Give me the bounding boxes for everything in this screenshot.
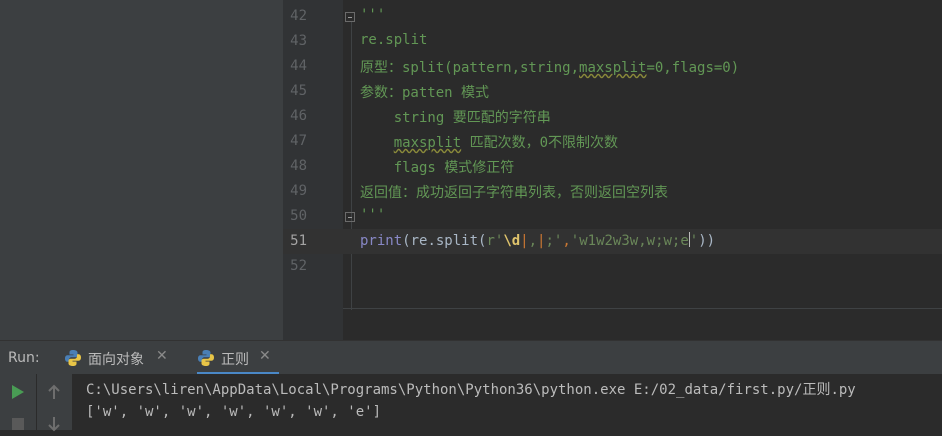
spelling-warning: maxsplit — [393, 135, 462, 151]
run-console[interactable]: C:\Users\liren\AppData\Local\Programs\Py… — [72, 374, 942, 430]
close-icon[interactable]: ✕ — [156, 348, 168, 364]
regex-char: , — [528, 233, 538, 249]
line-number: 43 — [290, 33, 307, 49]
editor-bottom-edge — [343, 308, 942, 309]
code-text: re.split — [360, 32, 428, 48]
code-line-44[interactable]: 44 原型：split(pattern,string,maxsplit=0,fl… — [283, 54, 942, 79]
regex-escape: \d — [503, 233, 521, 249]
code-line-52[interactable]: 52 — [283, 254, 942, 279]
code-text: print(re.split(r'\d|,|;','w1w2w3w,w;w;e'… — [360, 232, 715, 249]
builtin-print: print — [360, 233, 403, 249]
line-number: 42 — [290, 8, 307, 24]
line-number: 46 — [290, 108, 307, 124]
string-quote: ' — [689, 233, 699, 249]
python-icon — [198, 350, 214, 366]
code-line-47[interactable]: 47 maxsplit 匹配次数，0不限制次数 — [283, 129, 942, 154]
console-output-line: ['w', 'w', 'w', 'w', 'w', 'w', 'e'] — [86, 404, 382, 420]
code-text: 返回值：成功返回子字符串列表，否则返回空列表 — [360, 185, 668, 201]
regex-pipe: | — [520, 233, 529, 249]
code-text: maxsplit 匹配次数，0不限制次数 — [360, 132, 618, 152]
code-line-49[interactable]: 49 返回值：成功返回子字符串列表，否则返回空列表 — [283, 179, 942, 204]
line-number: 50 — [290, 208, 307, 224]
tab-正则[interactable]: 正则 ✕ — [197, 341, 279, 375]
spelling-warning: maxsplit — [579, 60, 647, 76]
tab-label: 正则 — [221, 352, 249, 368]
string-literal: 'w1w2w3w,w;w;e — [570, 233, 689, 249]
line-number: 44 — [290, 58, 307, 74]
run-label: Run: — [8, 350, 40, 366]
code-segment: )) — [698, 233, 716, 249]
code-line-42[interactable]: 42 ''' — [283, 4, 942, 29]
project-panel — [0, 0, 283, 340]
python-icon — [65, 350, 81, 366]
code-text: ''' — [360, 207, 386, 223]
code-line-51[interactable]: 51 print(re.split(r'\d|,|;','w1w2w3w,w;w… — [283, 229, 942, 254]
code-text: 原型：split(pattern,string,maxsplit=0,flags… — [360, 57, 739, 77]
up-arrow-icon — [48, 384, 60, 399]
tab-面向对象[interactable]: 面向对象 ✕ — [64, 341, 176, 375]
run-tool-header: Run: 面向对象 ✕ 正则 ✕ — [0, 340, 942, 375]
run-icon — [12, 385, 24, 399]
code-text: string 要匹配的字符串 — [360, 110, 551, 126]
code-line-45[interactable]: 45 参数：patten 模式 — [283, 79, 942, 104]
code-line-43[interactable]: 43 re.split — [283, 29, 942, 54]
regex-char: ;' — [545, 233, 563, 249]
stop-button[interactable] — [6, 412, 30, 436]
line-number: 49 — [290, 183, 307, 199]
code-segment: 匹配次数，0不限制次数 — [461, 135, 619, 151]
close-icon[interactable]: ✕ — [259, 348, 271, 364]
line-number: 51 — [290, 233, 307, 249]
code-line-50[interactable]: 50 ''' — [283, 204, 942, 229]
code-text: 参数：patten 模式 — [360, 85, 490, 101]
code-segment: 原型：split(pattern,string, — [360, 60, 580, 76]
line-number: 45 — [290, 83, 307, 99]
fold-icon[interactable] — [345, 212, 355, 222]
line-number: 47 — [290, 133, 307, 149]
code-line-46[interactable]: 46 string 要匹配的字符串 — [283, 104, 942, 129]
run-button[interactable] — [6, 380, 30, 404]
line-number: 52 — [290, 258, 307, 274]
toolbar-divider — [36, 374, 37, 430]
tab-label: 面向对象 — [88, 352, 144, 368]
code-text: flags 模式修正符 — [360, 160, 515, 176]
code-segment: =0,flags=0) — [646, 60, 740, 76]
console-command-line: C:\Users\liren\AppData\Local\Programs\Py… — [86, 382, 856, 398]
arg-separator: , — [562, 233, 571, 249]
string-prefix: r' — [486, 233, 504, 249]
run-toolbar — [0, 374, 72, 432]
scroll-down-button[interactable] — [42, 412, 66, 436]
fold-icon[interactable] — [345, 12, 355, 22]
stop-icon — [12, 418, 24, 430]
code-segment: (re.split( — [402, 233, 487, 249]
line-number: 48 — [290, 158, 307, 174]
code-line-48[interactable]: 48 flags 模式修正符 — [283, 154, 942, 179]
rerun-up-button[interactable] — [42, 380, 66, 404]
code-editor[interactable]: 42 ''' 43 re.split 44 原型：split(pattern,s… — [283, 0, 942, 340]
code-text: ''' — [360, 7, 386, 23]
